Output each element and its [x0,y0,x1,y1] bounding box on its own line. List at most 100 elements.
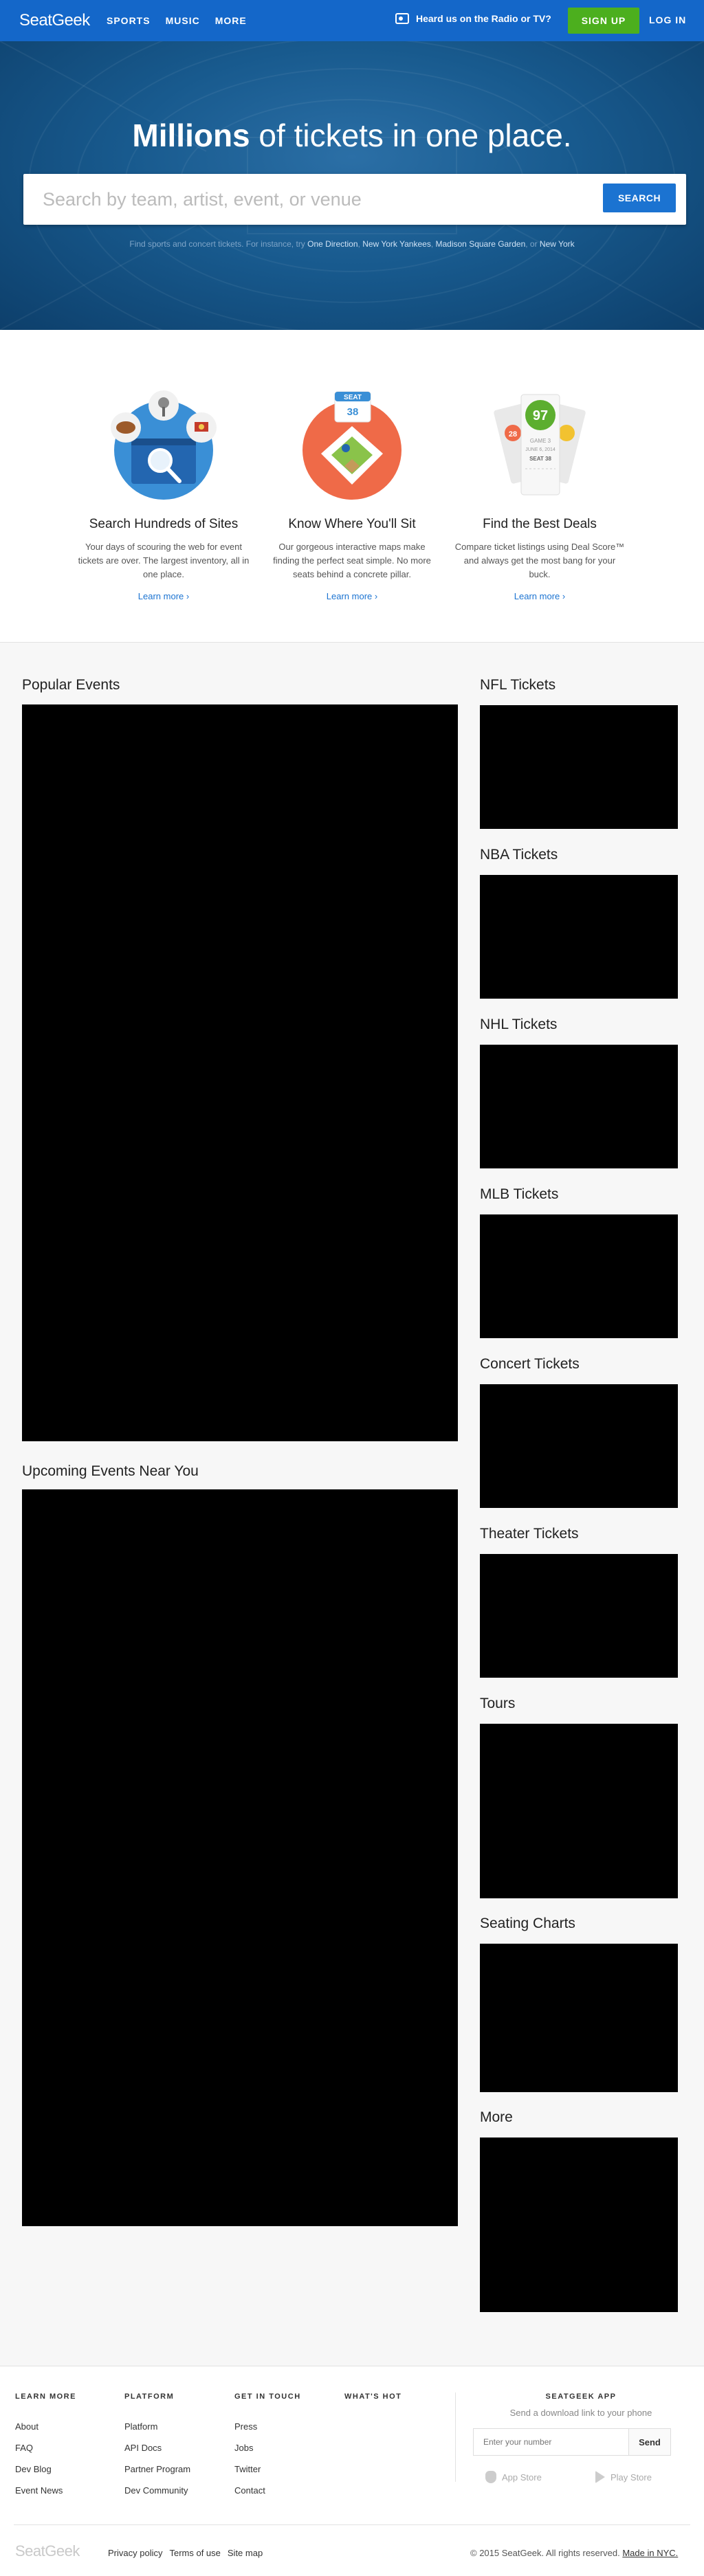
feature-search: Search Hundreds of Sites Your days of sc… [74,385,253,601]
footer-col-title: PLATFORM [124,2392,175,2401]
nhl-tickets-placeholder [480,1045,678,1168]
more-title[interactable]: More [480,2109,513,2126]
mlb-tickets-placeholder [480,1214,678,1338]
learn-more-link[interactable]: Learn more › [450,591,629,601]
footer-link-event-news[interactable]: Event News [15,2485,76,2496]
nav-music[interactable]: MUSIC [166,15,200,26]
play-store-link[interactable]: Play Store [595,2471,652,2483]
mlb-tickets-title[interactable]: MLB Tickets [480,1186,558,1203]
nav-sports[interactable]: SPORTS [107,15,151,26]
seating-charts-placeholder [480,1944,678,2092]
learn-more-link[interactable]: Learn more › [74,591,253,601]
footer-col-learn-more: LEARN MORE About FAQ Dev Blog Event News [15,2392,76,2507]
footer-link-dev-community[interactable]: Dev Community [124,2485,190,2496]
play-store-label: Play Store [610,2472,652,2483]
made-in-nyc-link[interactable]: Made in NYC. [622,2548,678,2558]
more-placeholder [480,2138,678,2312]
footer-link-press[interactable]: Press [234,2421,301,2432]
hint-link-msg[interactable]: Madison Square Garden [436,239,526,249]
seat-map-illustration: SEAT 38 [287,385,417,502]
footer-link-twitter[interactable]: Twitter [234,2464,301,2474]
concert-tickets-placeholder [480,1384,678,1508]
search-sites-illustration [98,385,229,502]
popular-events-title: Popular Events [22,677,120,693]
feature-seating: SEAT 38 Know Where You'll Sit Our gorgeo… [263,385,441,601]
ticket-game: GAME 3 [530,438,551,444]
hint-link-yankees[interactable]: New York Yankees [362,239,431,249]
search-hint: Find sports and concert tickets. For ins… [129,239,575,249]
hint-link-one-direction[interactable]: One Direction [307,239,358,249]
popular-events-placeholder [22,704,458,1441]
footer-link-about[interactable]: About [15,2421,76,2432]
hero-banner: Millions of tickets in one place. SEARCH… [0,41,704,330]
feature-title: Know Where You'll Sit [288,517,416,531]
send-link-button[interactable]: Send [628,2428,671,2456]
seatgeek-logo[interactable]: SeatGeek [19,11,90,30]
copyright: © 2015 SeatGeek. All rights reserved. Ma… [470,2548,679,2558]
footer-bottom-divider [14,2524,690,2525]
terms-of-use-link[interactable]: Terms of use [169,2548,220,2558]
feature-title: Find the Best Deals [483,517,597,531]
nfl-tickets-placeholder [480,705,678,829]
sign-up-button[interactable]: SIGN UP [568,8,639,34]
search-button[interactable]: SEARCH [603,184,676,212]
theater-tickets-placeholder [480,1554,678,1678]
learn-more-link[interactable]: Learn more › [263,591,441,601]
footer-link-api-docs[interactable]: API Docs [124,2443,190,2453]
deal-score-illustration: 28 97 GAME 3 JUNE 6, 2014 SEAT 38 [474,385,605,502]
feature-text: Compare ticket listings using Deal Score… [454,542,625,579]
app-store-label: App Store [502,2472,542,2483]
feature-text: Our gorgeous interactive maps make findi… [273,542,431,579]
app-store-link[interactable]: App Store [485,2471,542,2483]
nba-tickets-placeholder [480,875,678,999]
nav-more[interactable]: MORE [215,15,247,26]
nba-tickets-title[interactable]: NBA Tickets [480,847,558,863]
footer-logo[interactable]: SeatGeek [15,2542,80,2560]
radio-tv-link[interactable]: Heard us on the Radio or TV? [395,13,551,24]
footer-col-title: GET IN TOUCH [234,2392,301,2401]
tours-placeholder [480,1724,678,1898]
ticket-seat: SEAT 38 [529,456,551,462]
radio-tv-label: Heard us on the Radio or TV? [416,13,551,24]
footer-link-platform[interactable]: Platform [124,2421,190,2432]
footer-link-jobs[interactable]: Jobs [234,2443,301,2453]
feature-deals: 28 97 GAME 3 JUNE 6, 2014 SEAT 38 Find t… [450,385,629,601]
footer-col-title: WHAT'S HOT [344,2392,402,2401]
log-in-link[interactable]: LOG IN [649,14,686,25]
hint-link-new-york[interactable]: New York [540,239,575,249]
features-section: Search Hundreds of Sites Your days of sc… [0,330,704,643]
radio-icon [395,13,409,24]
upcoming-events-title: Upcoming Events Near You [22,1463,199,1479]
hero-title: Millions of tickets in one place. [132,118,572,153]
footer-legal-links: Privacy policy Terms of use Site map [108,2548,263,2558]
app-subtitle: Send a download link to your phone [509,2408,652,2418]
main-nav-links: SPORTS MUSIC MORE [107,15,247,26]
privacy-policy-link[interactable]: Privacy policy [108,2548,162,2558]
concert-tickets-title[interactable]: Concert Tickets [480,1356,580,1373]
footer-link-dev-blog[interactable]: Dev Blog [15,2464,76,2474]
seat-number: 38 [347,406,359,418]
footer: LEARN MORE About FAQ Dev Blog Event News… [0,2366,704,2576]
footer-col-whats-hot: WHAT'S HOT [344,2392,402,2421]
deal-score-left: 28 [509,430,517,438]
footer-col-platform: PLATFORM Platform API Docs Partner Progr… [124,2392,190,2507]
tours-title[interactable]: Tours [480,1696,515,1712]
footer-col-get-in-touch: GET IN TOUCH Press Jobs Twitter Contact [234,2392,301,2507]
theater-tickets-title[interactable]: Theater Tickets [480,1526,579,1542]
play-store-icon [595,2471,605,2483]
upcoming-events-placeholder [22,1489,458,2226]
footer-col-title: LEARN MORE [15,2392,76,2401]
phone-number-input[interactable] [473,2428,628,2456]
nfl-tickets-title[interactable]: NFL Tickets [480,677,556,693]
footer-divider [455,2392,456,2482]
apple-icon [485,2471,496,2483]
footer-link-partner-program[interactable]: Partner Program [124,2464,190,2474]
search-input[interactable] [43,186,579,212]
footer-link-faq[interactable]: FAQ [15,2443,76,2453]
app-title: SEATGEEK APP [545,2392,617,2401]
footer-link-contact[interactable]: Contact [234,2485,301,2496]
feature-title: Search Hundreds of Sites [89,517,239,531]
site-map-link[interactable]: Site map [228,2548,263,2558]
seating-charts-title[interactable]: Seating Charts [480,1916,575,1932]
nhl-tickets-title[interactable]: NHL Tickets [480,1017,557,1033]
